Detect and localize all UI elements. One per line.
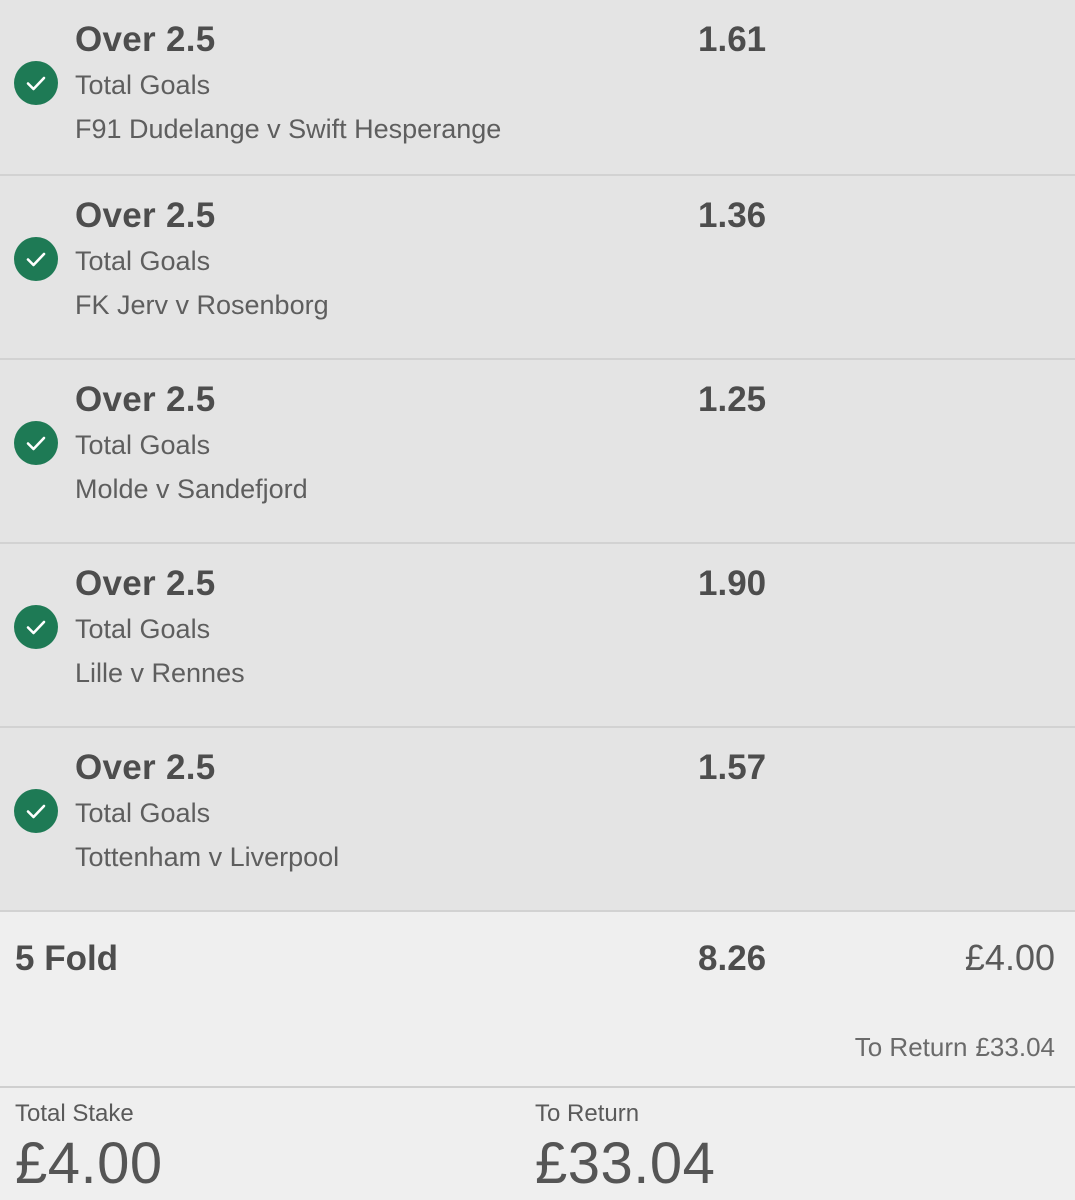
fold-title: 5 Fold <box>15 939 119 978</box>
selection-name: Over 2.5 <box>75 196 216 235</box>
selection-name: Over 2.5 <box>75 748 216 787</box>
selection-event: Tottenham v Liverpool <box>75 842 340 872</box>
selection-item[interactable]: Over 2.5 Total Goals Tottenham v Liverpo… <box>0 728 1075 912</box>
check-circle-icon <box>14 789 58 833</box>
total-stake-label: Total Stake <box>15 1100 134 1127</box>
selection-name: Over 2.5 <box>75 564 216 603</box>
fold-return: To Return £33.04 <box>855 1032 1055 1063</box>
fold-return-label: To Return <box>854 1032 968 1062</box>
fold-stake-input[interactable]: £4.00 <box>965 937 1055 979</box>
selection-market: Total Goals <box>75 246 211 276</box>
total-stake: Total Stake £4.00 <box>15 1100 163 1197</box>
selection-item[interactable]: Over 2.5 Total Goals FK Jerv v Rosenborg… <box>0 176 1075 360</box>
selection-market: Total Goals <box>75 70 211 100</box>
selection-market: Total Goals <box>75 430 211 460</box>
selection-odds: 1.36 <box>698 196 767 235</box>
selection-event: Molde v Sandefjord <box>75 474 308 504</box>
total-return-label: To Return <box>535 1100 640 1127</box>
bet-totals: Total Stake £4.00 To Return £33.04 <box>0 1088 1075 1200</box>
selection-item[interactable]: Over 2.5 Total Goals Molde v Sandefjord … <box>0 360 1075 544</box>
selection-market: Total Goals <box>75 614 211 644</box>
selections-list: Over 2.5 Total Goals F91 Dudelange v Swi… <box>0 0 1075 912</box>
selection-event: F91 Dudelange v Swift Hesperange <box>75 114 502 144</box>
fold-odds: 8.26 <box>698 939 767 978</box>
total-return-value: £33.04 <box>535 1131 716 1196</box>
check-circle-icon <box>14 421 58 465</box>
selection-odds: 1.57 <box>698 748 767 787</box>
multiple-bet-row: 5 Fold 8.26 £4.00 To Return £33.04 <box>0 912 1075 1088</box>
check-circle-icon <box>14 237 58 281</box>
selection-odds: 1.25 <box>698 380 767 419</box>
selection-name: Over 2.5 <box>75 20 216 59</box>
selection-market: Total Goals <box>75 798 211 828</box>
selection-item[interactable]: Over 2.5 Total Goals Lille v Rennes 1.90 <box>0 544 1075 728</box>
total-stake-value: £4.00 <box>15 1131 163 1196</box>
total-return: To Return £33.04 <box>535 1100 715 1197</box>
selection-odds: 1.61 <box>698 20 767 59</box>
selection-odds: 1.90 <box>698 564 767 603</box>
selection-item[interactable]: Over 2.5 Total Goals F91 Dudelange v Swi… <box>0 0 1075 176</box>
check-circle-icon <box>14 605 58 649</box>
selection-name: Over 2.5 <box>75 380 216 419</box>
fold-return-value: £33.04 <box>975 1032 1055 1062</box>
selection-event: FK Jerv v Rosenborg <box>75 290 329 320</box>
selection-event: Lille v Rennes <box>75 658 245 688</box>
check-circle-icon <box>14 61 58 105</box>
